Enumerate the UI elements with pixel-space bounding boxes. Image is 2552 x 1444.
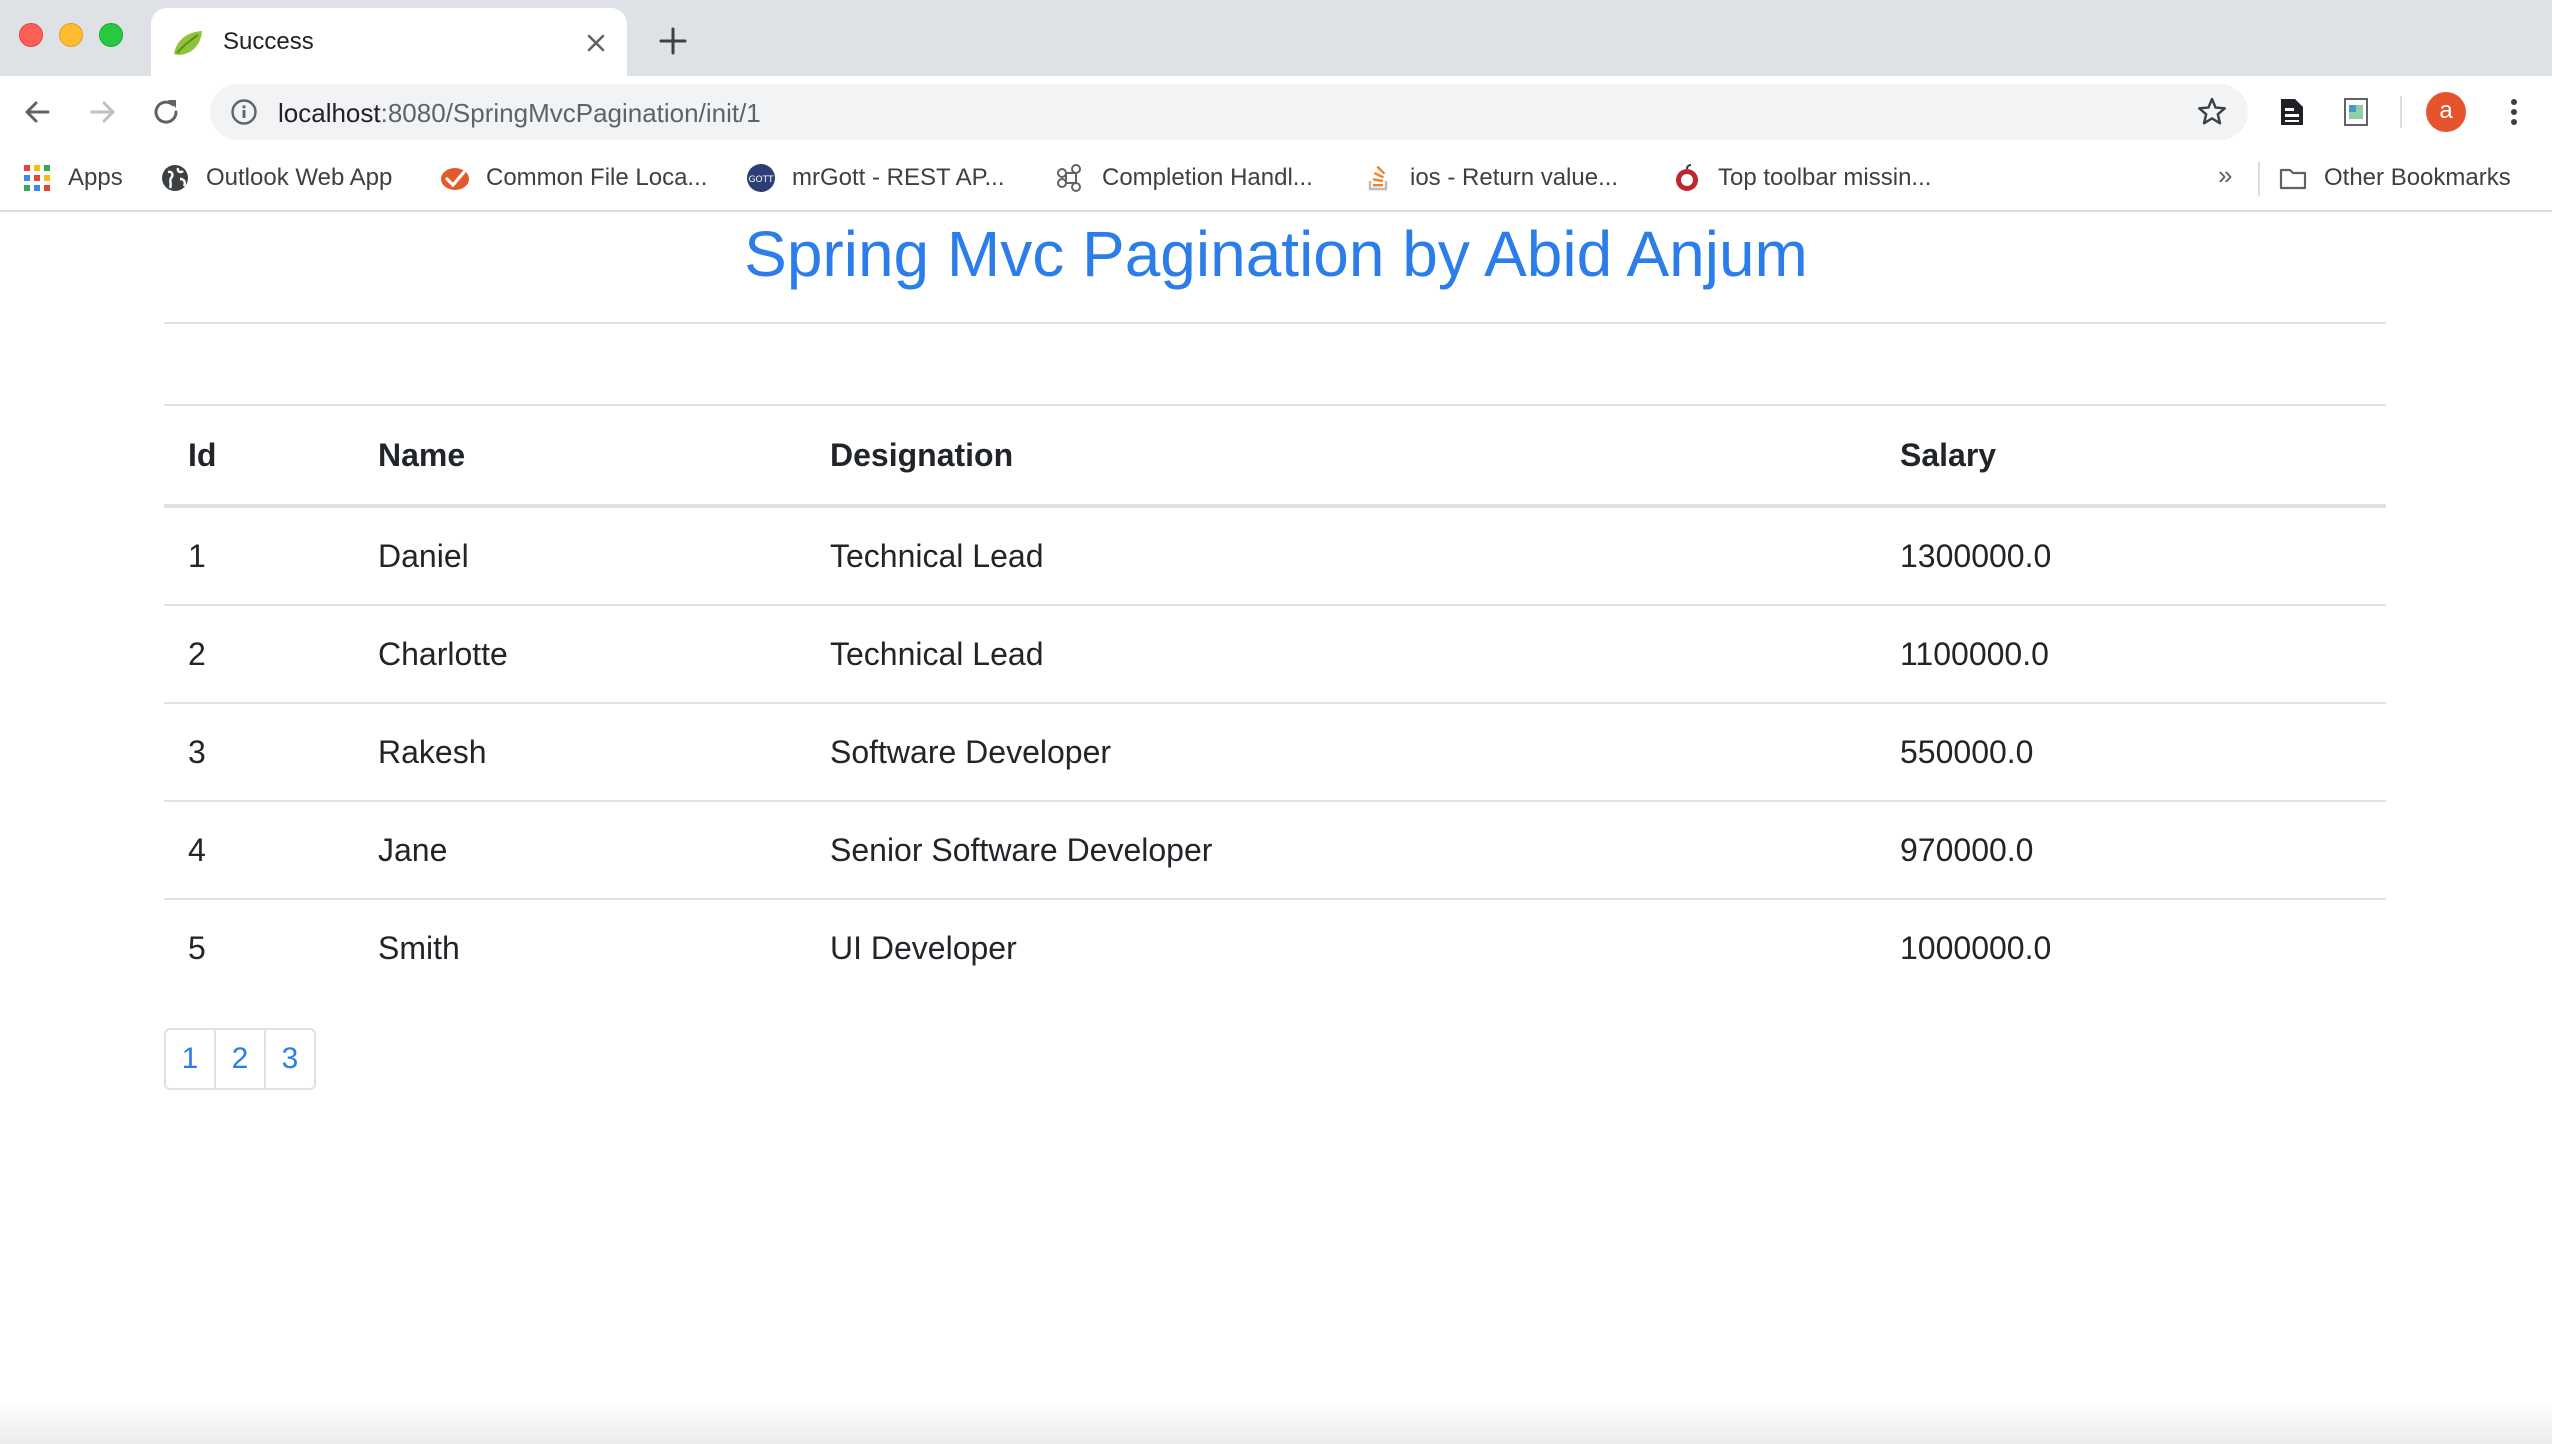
bookmark-label: Common File Loca... (486, 164, 708, 191)
svg-text:GOTT: GOTT (749, 175, 774, 185)
apple-dev-icon (1676, 164, 1698, 191)
globe-icon (162, 165, 188, 191)
table-row: 2 Charlotte Technical Lead 1100000.0 (164, 604, 2386, 703)
toolbar-divider (2400, 96, 2402, 128)
stackoverflow-icon (1368, 165, 1388, 191)
folder-icon (2279, 168, 2307, 190)
bookmark-apps[interactable]: Apps (22, 160, 123, 196)
page-link-3[interactable]: 3 (264, 1028, 316, 1090)
table-row: 5 Smith UI Developer 1000000.0 (164, 898, 2386, 996)
table-row: 3 Rakesh Software Developer 550000.0 (164, 702, 2386, 801)
page-link-2[interactable]: 2 (214, 1028, 266, 1090)
browser-tab[interactable]: Success (151, 8, 627, 76)
pagination: 1 2 3 (164, 1028, 316, 1090)
url-host: localhost (278, 98, 381, 128)
column-header-designation: Designation (806, 404, 1876, 508)
bookmark-completion-handler[interactable]: Completion Handl... (1056, 160, 1313, 196)
address-bar[interactable]: localhost:8080/SpringMvcPagination/init/… (210, 84, 2248, 140)
bookmarks-bar: Apps Outlook Web App Common File Loca...… (0, 148, 2552, 212)
profile-avatar[interactable]: a (2426, 92, 2466, 132)
cell-salary: 550000.0 (1876, 702, 2386, 801)
bookmark-ios-return[interactable]: ios - Return value... (1364, 160, 1618, 196)
tab-title: Success (223, 28, 314, 55)
apps-grid-icon (24, 165, 50, 191)
spring-leaf-icon (174, 31, 202, 55)
extension-document-icon[interactable] (2274, 94, 2310, 130)
bookmark-label: Top toolbar missin... (1718, 164, 1932, 191)
bookmark-common-file[interactable]: Common File Loca... (440, 160, 707, 196)
page-title: Spring Mvc Pagination by Abid Anjum (744, 218, 1808, 290)
cell-designation: Senior Software Developer (806, 800, 1876, 899)
cell-name: Daniel (378, 537, 469, 574)
cell-id: 2 (164, 604, 354, 703)
cell-id: 4 (164, 800, 354, 899)
cell-id: 3 (164, 702, 354, 801)
cell-name: Jane (354, 800, 806, 899)
title-divider (164, 322, 2386, 324)
extension-sheet-icon[interactable] (2338, 94, 2374, 130)
cell-salary: 1000000.0 (1876, 898, 2386, 996)
bookmark-label: Outlook Web App (206, 164, 393, 191)
cell-name: Charlotte (354, 604, 806, 703)
cell-salary: 1300000.0 (1900, 537, 2052, 574)
bookmark-other[interactable]: Other Bookmarks (2278, 160, 2511, 196)
column-header-name: Name (354, 404, 806, 508)
cell-designation: UI Developer (806, 898, 1876, 996)
bookmark-label: Completion Handl... (1102, 164, 1313, 191)
cell-designation: Software Developer (806, 702, 1876, 801)
table-row: 1 Daniel Technical Lead 1300000.0 (164, 506, 2386, 605)
cell-designation: Technical Lead (830, 537, 1044, 574)
browser-toolbar: localhost:8080/SpringMvcPagination/init/… (0, 76, 2552, 148)
forward-arrow-icon[interactable] (84, 94, 120, 130)
checkmark-badge-icon (441, 168, 469, 190)
gott-logo-icon: GOTT (747, 164, 775, 192)
info-icon[interactable] (230, 98, 258, 126)
page-link-1[interactable]: 1 (164, 1028, 216, 1090)
url-text[interactable]: localhost:8080/SpringMvcPagination/init/… (278, 98, 761, 129)
cell-id: 5 (164, 898, 354, 996)
bookmark-mrgott[interactable]: GOTT mrGott - REST AP... (746, 160, 1005, 196)
column-header-id: Id (164, 404, 354, 508)
bookmark-label: Other Bookmarks (2324, 164, 2511, 191)
cell-id: 1 (188, 537, 206, 574)
close-window-button[interactable] (19, 23, 43, 47)
table-row: 4 Jane Senior Software Developer 970000.… (164, 800, 2386, 899)
more-bookmarks-chevron[interactable]: » (2218, 160, 2232, 191)
window-bottom-edge (0, 1400, 2552, 1444)
new-tab-plus-icon[interactable] (656, 24, 690, 58)
bookmarks-divider (2258, 162, 2260, 196)
url-path: :8080/SpringMvcPagination/init/1 (380, 98, 761, 128)
cell-salary: 1100000.0 (1876, 604, 2386, 703)
back-arrow-icon[interactable] (20, 94, 56, 130)
bookmark-star-icon[interactable] (2196, 96, 2228, 128)
column-header-salary: Salary (1876, 404, 2386, 508)
bookmark-top-toolbar[interactable]: Top toolbar missin... (1672, 160, 1931, 196)
close-icon[interactable] (583, 30, 609, 56)
more-vert-icon[interactable] (2496, 94, 2532, 130)
reload-icon[interactable] (148, 94, 184, 130)
bookmark-label: mrGott - REST AP... (792, 164, 1005, 191)
zoom-window-button[interactable] (99, 23, 123, 47)
minimize-window-button[interactable] (59, 23, 83, 47)
employee-table: Id Name Designation Salary 1 Daniel Tech… (164, 404, 2386, 996)
bookmark-label: ios - Return value... (1410, 164, 1619, 191)
cell-designation: Technical Lead (806, 604, 1876, 703)
bookmark-outlook[interactable]: Outlook Web App (160, 160, 392, 196)
command-key-icon (1057, 164, 1082, 192)
cell-name: Rakesh (354, 702, 806, 801)
cell-salary: 970000.0 (1876, 800, 2386, 899)
bookmark-label: Apps (68, 164, 123, 191)
cell-name: Smith (354, 898, 806, 996)
tab-strip: Success (0, 0, 2552, 76)
table-header-row: Id Name Designation Salary (164, 404, 2386, 508)
